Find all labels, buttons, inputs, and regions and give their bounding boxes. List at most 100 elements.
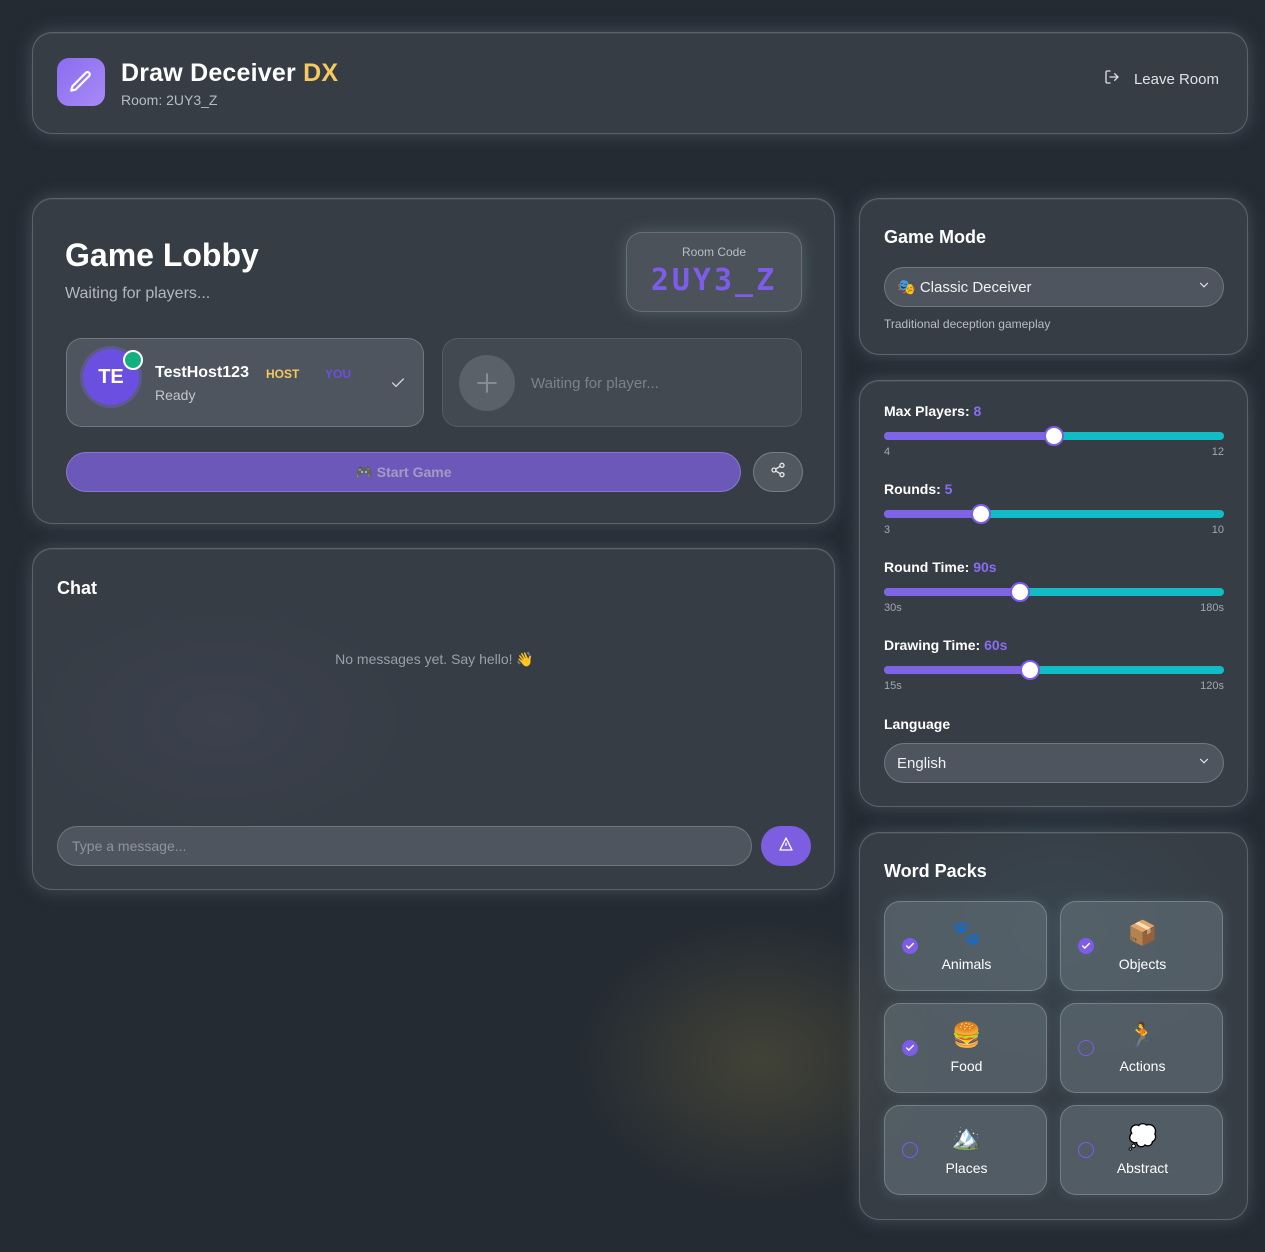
game-settings-panel: Max Players: 8 4 12 Rounds: 5 3 10 Round T…	[859, 380, 1248, 807]
burger-icon: 🍔	[951, 1022, 982, 1049]
start-game-button[interactable]: 🎮 Start Game	[66, 452, 741, 492]
slider-fill	[884, 510, 982, 518]
room-code-label: Room Code	[681, 245, 747, 259]
chat-empty-message: No messages yet. Say hello! 👋	[335, 651, 534, 667]
empty-player-slot: Waiting for player...	[442, 338, 802, 427]
drawing-time-slider[interactable]	[884, 660, 1224, 680]
rounds-label: Rounds: 5	[884, 481, 1224, 497]
game-mode-value: 🎭 Classic Deceiver	[897, 279, 1032, 296]
empty-slot-text: Waiting for player...	[531, 375, 659, 392]
drawing-time-setting: Drawing Time: 60s 15s 120s	[884, 637, 1224, 692]
slider-thumb[interactable]	[1010, 582, 1030, 602]
game-mode-select[interactable]: 🎭 Classic Deceiver	[884, 267, 1224, 307]
app-title-main: Draw Deceiver	[121, 59, 296, 87]
word-pack-actions[interactable]: 🏃 Actions	[1060, 1003, 1223, 1093]
slider-min-label: 3	[884, 524, 891, 536]
pack-name: Actions	[1119, 1058, 1166, 1074]
leave-room-label: Leave Room	[1133, 70, 1219, 88]
chevron-down-icon	[1197, 278, 1211, 296]
slider-max-label: 12	[1211, 446, 1224, 458]
language-label: Language	[884, 716, 951, 732]
slider-max-label: 180s	[1200, 602, 1224, 614]
slider-max-label: 10	[1211, 524, 1224, 536]
chevron-down-icon	[1197, 754, 1211, 772]
host-badge: HOST	[266, 367, 300, 381]
check-icon	[390, 375, 406, 396]
you-badge: YOU	[325, 367, 352, 381]
word-pack-food[interactable]: 🍔 Food	[884, 1003, 1047, 1093]
max-players-label-text: Max Players:	[884, 403, 970, 419]
round-time-label: Round Time: 90s	[884, 559, 1224, 575]
drawing-time-label-text: Drawing Time:	[884, 637, 981, 653]
pack-name: Places	[945, 1160, 988, 1176]
game-mode-title: Game Mode	[884, 227, 987, 247]
max-players-slider[interactable]	[884, 426, 1224, 446]
logout-icon	[1104, 69, 1120, 89]
word-pack-animals[interactable]: 🐾 Animals	[884, 901, 1047, 991]
chat-title: Chat	[57, 578, 97, 598]
game-mode-description: Traditional deception gameplay	[884, 317, 1051, 331]
lobby-subtitle: Waiting for players...	[65, 285, 211, 302]
round-time-setting: Round Time: 90s 30s 180s	[884, 559, 1224, 614]
game-mode-panel: Game Mode 🎭 Classic Deceiver Traditional…	[859, 198, 1248, 355]
send-icon	[778, 836, 794, 857]
pack-name: Animals	[941, 956, 992, 972]
drawing-time-label: Drawing Time: 60s	[884, 637, 1224, 653]
rounds-slider[interactable]	[884, 504, 1224, 524]
package-icon: 📦	[1127, 920, 1158, 947]
slider-thumb[interactable]	[971, 504, 992, 524]
share-button[interactable]	[753, 452, 803, 492]
rounds-label-text: Rounds:	[884, 481, 941, 497]
pack-name: Objects	[1118, 956, 1167, 972]
mountain-icon: 🏔️	[951, 1124, 982, 1151]
slider-thumb[interactable]	[1019, 660, 1040, 680]
start-game-label: 🎮 Start Game	[355, 463, 452, 480]
lobby-panel: Game Lobby Waiting for players... Room C…	[32, 198, 835, 524]
pack-name: Abstract	[1116, 1160, 1169, 1176]
chat-message-input[interactable]	[57, 826, 752, 866]
player-name: TestHost123	[155, 364, 249, 381]
word-pack-places[interactable]: 🏔️ Places	[884, 1105, 1047, 1195]
slider-fill	[884, 588, 1020, 596]
round-time-slider[interactable]	[884, 582, 1224, 602]
app-title-accent: DX	[303, 59, 339, 87]
slider-thumb[interactable]	[1044, 426, 1064, 446]
max-players-value: 8	[973, 403, 982, 419]
language-select[interactable]: English	[884, 743, 1224, 783]
paw-icon: 🐾	[951, 920, 982, 947]
running-person-icon: 🏃	[1127, 1022, 1158, 1049]
player-status: Ready	[155, 387, 196, 403]
drawing-time-value: 60s	[984, 637, 1008, 653]
online-status-dot	[123, 350, 143, 370]
lobby-title: Game Lobby	[65, 237, 259, 273]
leave-room-button[interactable]: Leave Room	[1104, 69, 1219, 89]
room-code-value: 2UY3_Z	[650, 263, 778, 298]
app-title: Draw Deceiver DX	[121, 59, 338, 88]
rounds-setting: Rounds: 5 3 10	[884, 481, 1224, 536]
language-value: English	[897, 754, 947, 772]
plus-icon	[459, 355, 515, 411]
pencil-icon	[57, 58, 105, 106]
slider-min-label: 15s	[884, 680, 902, 692]
slider-min-label: 30s	[884, 602, 902, 614]
thought-bubble-icon: 💭	[1127, 1124, 1158, 1151]
room-subtitle: Room: 2UY3_Z	[121, 92, 218, 108]
chat-panel: Chat No messages yet. Say hello! 👋	[32, 548, 835, 890]
rounds-value: 5	[944, 481, 953, 497]
slider-min-label: 4	[884, 446, 891, 458]
room-code-box[interactable]: Room Code 2UY3_Z	[626, 232, 802, 312]
send-message-button[interactable]	[761, 826, 811, 866]
word-pack-objects[interactable]: 📦 Objects	[1060, 901, 1223, 991]
round-time-label-text: Round Time:	[884, 559, 970, 575]
player-card: TE TestHost123 HOST YOU Ready	[66, 338, 424, 427]
slider-fill	[884, 666, 1030, 674]
share-icon	[770, 462, 786, 483]
word-pack-abstract[interactable]: 💭 Abstract	[1060, 1105, 1223, 1195]
max-players-label: Max Players: 8	[884, 403, 1224, 419]
word-packs-title: Word Packs	[884, 861, 987, 881]
word-packs-panel: Word Packs 🐾 Animals 📦 Objects 🍔 Food 🏃 …	[859, 832, 1248, 1220]
max-players-setting: Max Players: 8 4 12	[884, 403, 1224, 458]
slider-max-label: 120s	[1200, 680, 1224, 692]
app-header: Draw Deceiver DX Room: 2UY3_Z Leave Room	[32, 32, 1248, 134]
round-time-value: 90s	[973, 559, 997, 575]
